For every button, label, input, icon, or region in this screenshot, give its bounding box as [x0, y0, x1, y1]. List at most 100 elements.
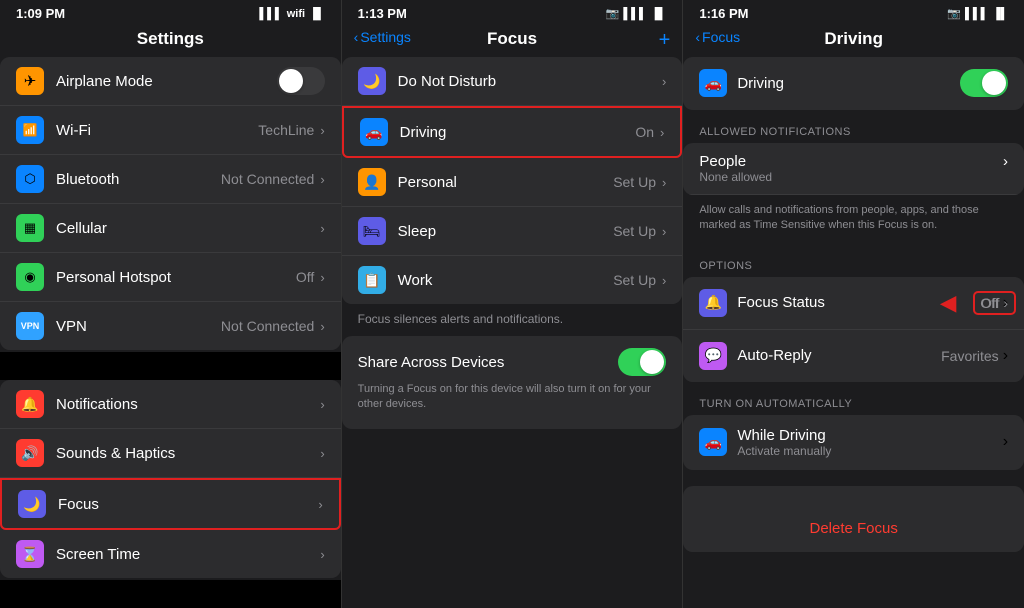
status-icons-2: 📷 ▌▌▌ ▐▌ [606, 7, 667, 20]
chevron-icon: › [662, 175, 666, 190]
panel-settings: 1:09 PM ▌▌▌ wifi ▐▌ Settings ✈ Airplane … [0, 0, 342, 608]
share-across-devices: Share Across Devices Turning a Focus on … [342, 336, 683, 429]
battery-icon: ▐▌ [309, 8, 325, 20]
focus-list: 🌙 Do Not Disturb › 🚗 Driving On › ◀ [342, 57, 683, 608]
airplane-icon: ✈ [16, 67, 44, 95]
focus-back-button[interactable]: ‹ Focus [695, 29, 740, 45]
settings-item-notifications[interactable]: 🔔 Notifications › [0, 380, 341, 429]
focus-item-sleep[interactable]: 🛏 Sleep Set Up › [342, 207, 683, 256]
status-bar-3: 1:16 PM 📷 ▌▌▌ ▐▌ [683, 0, 1024, 25]
vpn-icon: VPN [16, 312, 44, 340]
chevron-icon: › [662, 224, 666, 239]
focus-status-row[interactable]: 🔔 Focus Status Off › [683, 277, 1024, 330]
auto-reply-row[interactable]: 💬 Auto-Reply Favorites › [683, 330, 1024, 382]
chevron-icon: › [320, 547, 324, 562]
chevron-icon: › [320, 319, 324, 334]
focus-item-personal[interactable]: 👤 Personal Set Up › [342, 158, 683, 207]
focus-status-wrapper: 🔔 Focus Status Off › Off › ◀ [683, 277, 1024, 330]
panel-driving: 1:16 PM 📷 ▌▌▌ ▐▌ ‹ Focus Driving 🚗 Drivi… [683, 0, 1024, 608]
time-2: 1:13 PM [358, 6, 407, 21]
work-icon: 📋 [358, 266, 386, 294]
hotspot-icon: ◉ [16, 263, 44, 291]
signal-icon-3: ▌▌▌ [965, 8, 988, 20]
settings-item-bluetooth[interactable]: ⬡ Bluetooth Not Connected › [0, 155, 341, 204]
dnd-icon: 🌙 [358, 67, 386, 95]
camera-icon: 📷 [606, 7, 620, 20]
focus-nav-header: ‹ Settings Focus + [342, 25, 683, 57]
focus-item-dnd[interactable]: 🌙 Do Not Disturb › [342, 57, 683, 106]
back-button[interactable]: ‹ Settings [354, 29, 411, 45]
section-gap [0, 352, 341, 380]
battery-icon-2: ▐▌ [651, 8, 667, 20]
driving-item-wrapper: 🚗 Driving On › ◀ [342, 106, 683, 158]
toggle-knob [279, 69, 303, 93]
people-row[interactable]: People › None allowed [683, 143, 1024, 195]
settings-item-wifi[interactable]: 📶 Wi-Fi TechLine › [0, 106, 341, 155]
settings-item-sounds[interactable]: 🔊 Sounds & Haptics › [0, 429, 341, 478]
focus-icon: 🌙 [18, 490, 46, 518]
chevron-icon: › [320, 123, 324, 138]
chevron-icon: › [660, 125, 664, 140]
status-bar-1: 1:09 PM ▌▌▌ wifi ▐▌ [0, 0, 341, 25]
status-icons-3: 📷 ▌▌▌ ▐▌ [947, 7, 1008, 20]
settings-item-hotspot[interactable]: ◉ Personal Hotspot Off › [0, 253, 341, 302]
settings-item-airplane[interactable]: ✈ Airplane Mode [0, 57, 341, 106]
delete-focus-button[interactable]: Delete Focus [683, 506, 1024, 552]
cellular-icon: ▦ [16, 214, 44, 242]
chevron-icon: › [320, 221, 324, 236]
chevron-icon: › [320, 172, 324, 187]
settings-item-cellular[interactable]: ▦ Cellular › [0, 204, 341, 253]
driving-icon: 🚗 [360, 118, 388, 146]
chevron-back-icon-2: ‹ [695, 29, 700, 45]
screentime-icon: ⌛ [16, 540, 44, 568]
while-driving-row[interactable]: 🚗 While Driving Activate manually › [683, 415, 1024, 470]
chevron-icon: › [1003, 294, 1008, 312]
time-1: 1:09 PM [16, 6, 65, 21]
chevron-icon: › [1003, 347, 1008, 365]
toggle-knob [640, 350, 664, 374]
focus-note: Focus silences alerts and notifications. [342, 306, 683, 336]
chevron-icon: › [1003, 433, 1008, 451]
section-gap-2 [0, 580, 341, 608]
panel-focus: 1:13 PM 📷 ▌▌▌ ▐▌ ‹ Settings Focus + 🌙 Do… [342, 0, 684, 608]
settings-list: ✈ Airplane Mode 📶 Wi-Fi TechLine › ⬡ [0, 57, 341, 608]
settings-header: Settings [0, 25, 341, 57]
battery-icon-3: ▐▌ [992, 8, 1008, 20]
notifications-icon: 🔔 [16, 390, 44, 418]
driving-list: 🚗 Driving ALLOWED NOTIFICATIONS People ›… [683, 57, 1024, 608]
chevron-icon: › [320, 397, 324, 412]
status-bar-2: 1:13 PM 📷 ▌▌▌ ▐▌ [342, 0, 683, 25]
share-toggle[interactable] [618, 348, 666, 376]
settings-title: Settings [16, 29, 325, 49]
focus-item-driving[interactable]: 🚗 Driving On › [342, 106, 683, 158]
options-header: OPTIONS [683, 246, 1024, 277]
wifi-icon: wifi [287, 8, 305, 20]
driving-title: Driving [699, 29, 1008, 49]
share-note: Turning a Focus on for this device will … [358, 382, 667, 417]
personal-icon: 👤 [358, 168, 386, 196]
status-icons-1: ▌▌▌ wifi ▐▌ [259, 8, 324, 20]
driving-car-icon: 🚗 [699, 69, 727, 97]
turn-on-automatically-header: TURN ON AUTOMATICALLY [683, 384, 1024, 415]
driving-toggle-row: 🚗 Driving [683, 57, 1024, 109]
focus-item-wrapper: 🌙 Focus › ◀ [0, 478, 341, 530]
sleep-icon: 🛏 [358, 217, 386, 245]
allowed-notifications-header: ALLOWED NOTIFICATIONS [683, 112, 1024, 143]
auto-reply-icon: 💬 [699, 342, 727, 370]
signal-icon: ▌▌▌ [259, 8, 282, 20]
driving-toggle[interactable] [960, 69, 1008, 97]
bluetooth-icon: ⬡ [16, 165, 44, 193]
add-focus-button[interactable]: + [659, 29, 671, 52]
chevron-icon: › [662, 273, 666, 288]
signal-icon-2: ▌▌▌ [623, 8, 646, 20]
time-3: 1:16 PM [699, 6, 748, 21]
chevron-icon: › [320, 270, 324, 285]
chevron-icon: › [662, 74, 666, 89]
camera-icon-3: 📷 [947, 7, 961, 20]
settings-item-vpn[interactable]: VPN VPN Not Connected › [0, 302, 341, 350]
settings-item-focus[interactable]: 🌙 Focus › [0, 478, 341, 530]
settings-item-screentime[interactable]: ⌛ Screen Time › [0, 530, 341, 578]
airplane-toggle[interactable] [277, 67, 325, 95]
chevron-icon: › [318, 497, 322, 512]
focus-item-work[interactable]: 📋 Work Set Up › [342, 256, 683, 304]
